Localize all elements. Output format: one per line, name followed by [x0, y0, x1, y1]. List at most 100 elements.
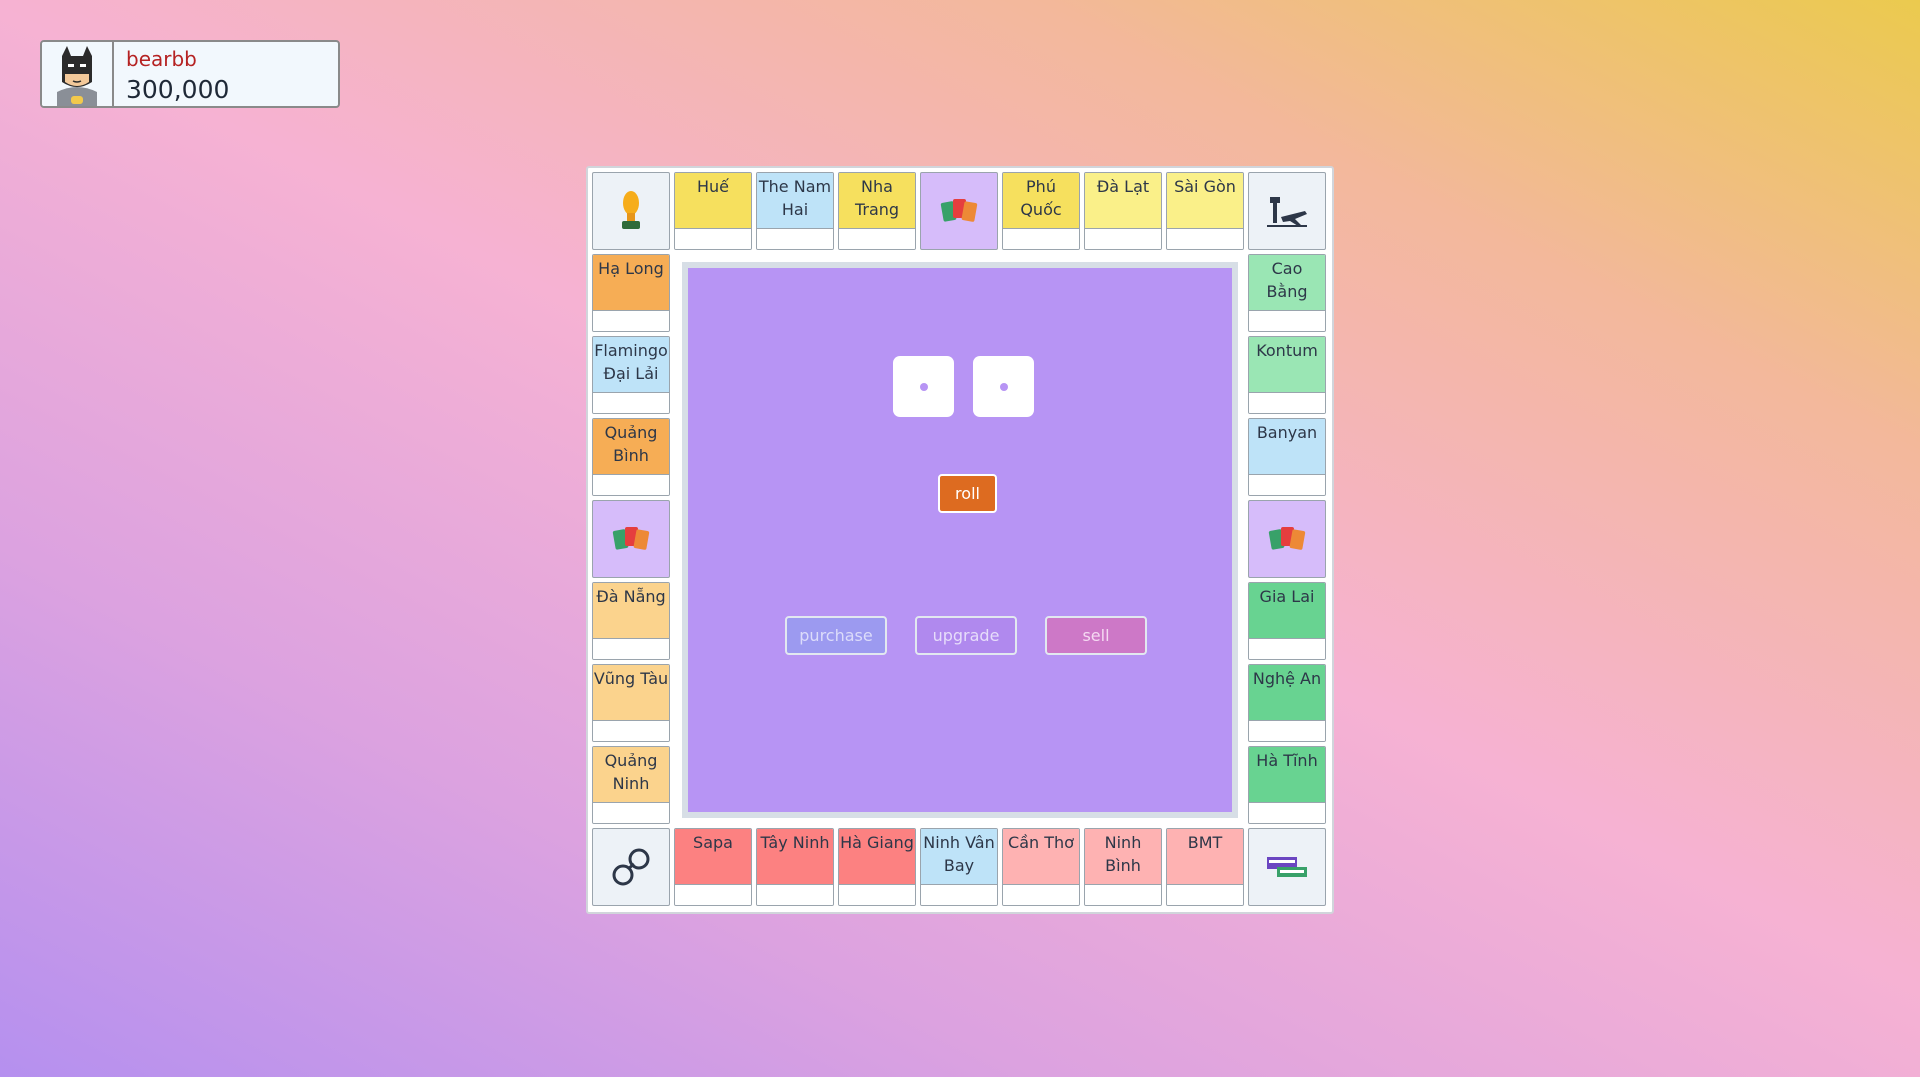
tile-label: Cần Thơ: [1008, 833, 1074, 852]
tile-right-0[interactable]: Cao Bằng: [1248, 254, 1326, 332]
tile-label: Hà Giang: [840, 833, 914, 852]
tile-label: Flamingo Đại Lải: [594, 341, 668, 383]
tile-color-band: Đà Lạt: [1085, 173, 1161, 228]
tile-left-4[interactable]: Đà Nẵng: [592, 582, 670, 660]
corner-tile[interactable]: [1248, 172, 1326, 250]
tile-owner-slot: [757, 228, 833, 249]
card-tile[interactable]: [1248, 500, 1326, 578]
tile-label: Tây Ninh: [760, 833, 830, 852]
tile-bottom-4[interactable]: Ninh Vân Bay: [920, 828, 998, 906]
tile-label: Cao Bằng: [1266, 259, 1308, 301]
tile-color-band: Quảng Bình: [593, 419, 669, 474]
tile-left-1[interactable]: Flamingo Đại Lải: [592, 336, 670, 414]
tile-color-band: Ninh Vân Bay: [921, 829, 997, 884]
tile-owner-slot: [839, 228, 915, 249]
tile-color-band: Sài Gòn: [1167, 173, 1243, 228]
tile-label: Phú Quốc: [1020, 177, 1062, 219]
tile-label: Vũng Tàu: [593, 669, 669, 688]
tile-owner-slot: [1085, 884, 1161, 905]
tile-label: Ninh Vân Bay: [923, 833, 995, 875]
tile-owner-slot: [757, 884, 833, 905]
tile-owner-slot: [1249, 638, 1325, 659]
tile-top-7[interactable]: Sài Gòn: [1166, 172, 1244, 250]
tile-color-band: Hà Giang: [839, 829, 915, 884]
tile-top-3[interactable]: Nha Trang: [838, 172, 916, 250]
tile-bottom-2[interactable]: Tây Ninh: [756, 828, 834, 906]
upgrade-button[interactable]: upgrade: [915, 616, 1017, 655]
tile-right-5[interactable]: Nghệ An: [1248, 664, 1326, 742]
tile-color-band: BMT: [1167, 829, 1243, 884]
corner-tile[interactable]: [1248, 828, 1326, 906]
tile-bottom-3[interactable]: Hà Giang: [838, 828, 916, 906]
die-pip: [999, 382, 1008, 391]
tile-top-2[interactable]: The Nam Hai: [756, 172, 834, 250]
tile-owner-slot: [1003, 884, 1079, 905]
tile-right-6[interactable]: Hà Tĩnh: [1248, 746, 1326, 824]
tile-owner-slot: [1249, 474, 1325, 495]
roll-button[interactable]: roll: [938, 474, 997, 513]
tile-owner-slot: [1167, 228, 1243, 249]
tile-bottom-7[interactable]: BMT: [1166, 828, 1244, 906]
tile-label: Hạ Long: [598, 259, 664, 278]
tile-bottom-5[interactable]: Cần Thơ: [1002, 828, 1080, 906]
corner-tile[interactable]: [592, 172, 670, 250]
tile-label: Huế: [696, 177, 729, 196]
tile-top-6[interactable]: Đà Lạt: [1084, 172, 1162, 250]
tile-color-band: Sapa: [675, 829, 751, 884]
tile-owner-slot: [1249, 310, 1325, 331]
tile-owner-slot: [921, 884, 997, 905]
sell-button[interactable]: sell: [1045, 616, 1147, 655]
tile-right-1[interactable]: Kontum: [1248, 336, 1326, 414]
tile-owner-slot: [1003, 228, 1079, 249]
tile-color-band: Hà Tĩnh: [1249, 747, 1325, 802]
tile-color-band: Huế: [675, 173, 751, 228]
tile-color-band: Nha Trang: [839, 173, 915, 228]
tile-owner-slot: [1167, 884, 1243, 905]
corner-tile[interactable]: [592, 828, 670, 906]
tile-color-band: Cao Bằng: [1249, 255, 1325, 310]
tile-label: Banyan: [1256, 423, 1318, 442]
tile-owner-slot: [675, 228, 751, 249]
tile-left-2[interactable]: Quảng Bình: [592, 418, 670, 496]
lets-go-start-icon: [1249, 829, 1325, 905]
trophy-icon: [593, 173, 669, 249]
tile-left-6[interactable]: Quảng Ninh: [592, 746, 670, 824]
tile-color-band: Gia Lai: [1249, 583, 1325, 638]
tile-owner-slot: [1249, 720, 1325, 741]
tile-label: Ninh Bình: [1104, 833, 1142, 875]
tile-label: The Nam Hai: [758, 177, 832, 219]
player-card: bearbb 300,000: [40, 40, 340, 108]
tile-label: BMT: [1187, 833, 1223, 852]
tile-owner-slot: [593, 310, 669, 331]
tile-right-4[interactable]: Gia Lai: [1248, 582, 1326, 660]
tile-label: Nghệ An: [1252, 669, 1322, 688]
card-tile[interactable]: [920, 172, 998, 250]
board-center: roll purchase upgrade sell: [682, 262, 1238, 818]
cards-icon: [1249, 501, 1325, 577]
die-1: [893, 356, 954, 417]
tile-label: Nha Trang: [854, 177, 900, 219]
tile-color-band: Tây Ninh: [757, 829, 833, 884]
tile-color-band: Hạ Long: [593, 255, 669, 310]
tile-right-2[interactable]: Banyan: [1248, 418, 1326, 496]
tile-color-band: Phú Quốc: [1003, 173, 1079, 228]
tile-bottom-1[interactable]: Sapa: [674, 828, 752, 906]
cards-icon: [593, 501, 669, 577]
card-tile[interactable]: [592, 500, 670, 578]
tile-left-0[interactable]: Hạ Long: [592, 254, 670, 332]
tile-owner-slot: [593, 638, 669, 659]
tile-label: Quảng Ninh: [604, 751, 658, 793]
tile-bottom-6[interactable]: Ninh Bình: [1084, 828, 1162, 906]
tile-label: Kontum: [1256, 341, 1318, 360]
tile-label: Quảng Bình: [604, 423, 658, 465]
tile-owner-slot: [675, 884, 751, 905]
purchase-button[interactable]: purchase: [785, 616, 887, 655]
tile-top-1[interactable]: Huế: [674, 172, 752, 250]
tile-top-5[interactable]: Phú Quốc: [1002, 172, 1080, 250]
tile-left-5[interactable]: Vũng Tàu: [592, 664, 670, 742]
die-2: [973, 356, 1034, 417]
tile-owner-slot: [593, 392, 669, 413]
tile-owner-slot: [839, 884, 915, 905]
tile-owner-slot: [593, 474, 669, 495]
tile-label: Sài Gòn: [1174, 177, 1236, 196]
